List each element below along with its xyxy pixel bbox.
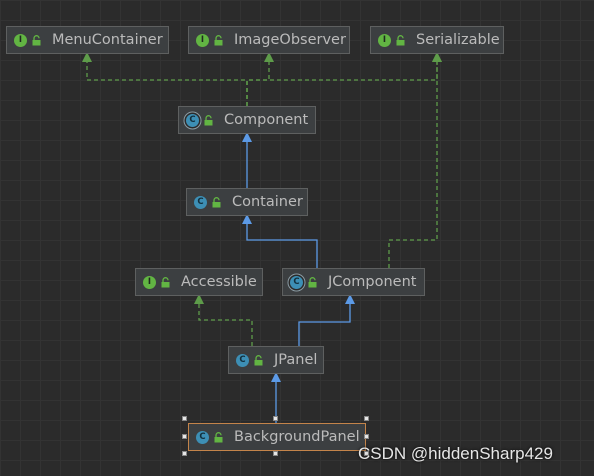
class-icon: C bbox=[196, 430, 209, 444]
resize-handle-top[interactable] bbox=[273, 416, 278, 421]
interface-icon: I bbox=[196, 33, 209, 47]
node-label: ImageObserver bbox=[234, 32, 346, 48]
class-icon: C bbox=[194, 195, 207, 209]
node-container[interactable]: C Container bbox=[186, 188, 308, 216]
node-label: Container bbox=[232, 194, 303, 210]
node-jcomponent[interactable]: C JComponent bbox=[282, 268, 425, 296]
resize-handle-right[interactable] bbox=[364, 434, 369, 439]
edge-implements-jpanel-to-accessible bbox=[198, 304, 253, 346]
resize-handle-bottom[interactable] bbox=[273, 451, 278, 456]
node-label: JPanel bbox=[274, 352, 318, 368]
lock-icon bbox=[161, 276, 170, 287]
edge-implements-component-to-menucontainer bbox=[86, 62, 248, 106]
node-component[interactable]: C Component bbox=[178, 106, 316, 134]
lock-icon bbox=[308, 276, 317, 287]
resize-handle-bottom-left[interactable] bbox=[182, 451, 187, 456]
resize-handle-top-left[interactable] bbox=[182, 416, 187, 421]
abstract-class-icon: C bbox=[290, 275, 303, 289]
class-icon: C bbox=[236, 353, 249, 367]
edge-extends-jcomponent-to-container bbox=[246, 224, 318, 268]
interface-icon: I bbox=[14, 33, 27, 47]
node-label: MenuContainer bbox=[52, 32, 163, 48]
edges-layer bbox=[82, 52, 442, 423]
node-menucontainer[interactable]: I MenuContainer bbox=[6, 26, 169, 54]
node-accessible[interactable]: I Accessible bbox=[135, 268, 263, 296]
edge-implements-component-to-imageobserver bbox=[246, 62, 270, 106]
node-label: Accessible bbox=[181, 274, 257, 290]
interface-icon: I bbox=[143, 275, 156, 289]
lock-icon bbox=[212, 196, 221, 207]
lock-icon bbox=[214, 431, 223, 442]
abstract-class-icon: C bbox=[186, 113, 199, 127]
resize-handle-top-right[interactable] bbox=[364, 416, 369, 421]
lock-icon bbox=[214, 34, 223, 45]
node-jpanel[interactable]: C JPanel bbox=[228, 346, 324, 374]
edge-extends-jpanel-to-jcomponent bbox=[298, 304, 351, 346]
uml-diagram-canvas: I MenuContainer I ImageObserver I Serial… bbox=[0, 0, 594, 476]
edge-implements-component-to-serializable bbox=[246, 62, 438, 106]
node-label: Serializable bbox=[416, 32, 500, 48]
resize-handle-left[interactable] bbox=[182, 434, 187, 439]
node-serializable[interactable]: I Serializable bbox=[370, 26, 504, 54]
lock-icon bbox=[396, 34, 405, 45]
node-imageobserver[interactable]: I ImageObserver bbox=[188, 26, 350, 54]
node-label: BackgroundPanel bbox=[234, 429, 360, 445]
lock-icon bbox=[254, 354, 263, 365]
node-backgroundpanel[interactable]: C BackgroundPanel bbox=[188, 423, 366, 451]
node-label: Component bbox=[224, 112, 309, 128]
node-label: JComponent bbox=[328, 274, 417, 290]
watermark: CSDN @hiddenSharp429 bbox=[358, 444, 553, 463]
lock-icon bbox=[204, 114, 213, 125]
edge-implements-jcomponent-to-serializable bbox=[388, 62, 438, 268]
lock-icon bbox=[32, 34, 41, 45]
interface-icon: I bbox=[378, 33, 391, 47]
